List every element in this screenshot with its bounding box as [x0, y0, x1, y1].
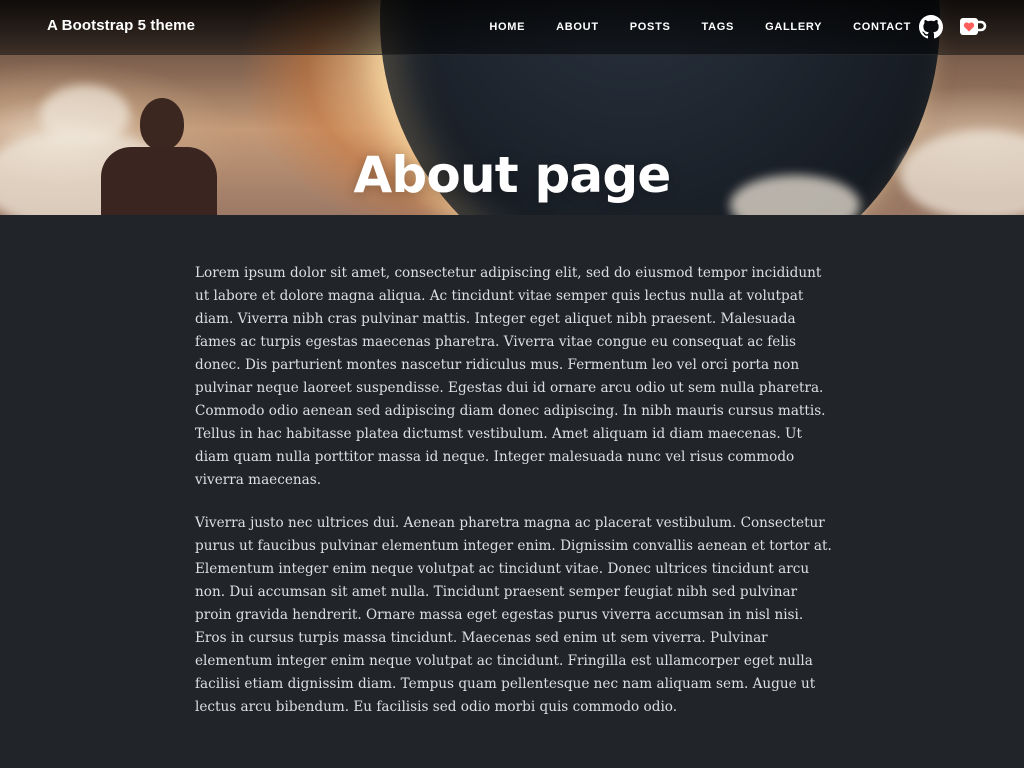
- page-title: About page: [353, 145, 672, 204]
- nav-item-about[interactable]: ABOUT: [556, 21, 599, 33]
- hero-header: A Bootstrap 5 theme HOME ABOUT POSTS TAG…: [0, 0, 1024, 215]
- main-content: Lorem ipsum dolor sit amet, consectetur …: [195, 262, 835, 739]
- content-paragraph-1: Lorem ipsum dolor sit amet, consectetur …: [195, 265, 826, 488]
- nav-item-gallery[interactable]: GALLERY: [765, 21, 822, 33]
- hero-cloud-left-top: [40, 85, 130, 145]
- github-icon[interactable]: [919, 15, 943, 39]
- nav-item-contact[interactable]: CONTACT: [853, 21, 911, 33]
- content-paragraph-2: Viverra justo nec ultrices dui. Aenean p…: [195, 515, 832, 715]
- github-icon-graphic: [919, 15, 943, 39]
- top-navbar: A Bootstrap 5 theme HOME ABOUT POSTS TAG…: [0, 0, 1024, 55]
- nav-menu: HOME ABOUT POSTS TAGS GALLERY CONTACT: [489, 21, 911, 33]
- site-brand[interactable]: A Bootstrap 5 theme: [47, 17, 195, 34]
- kofi-cup-icon-graphic: [960, 18, 987, 35]
- nav-item-posts[interactable]: POSTS: [630, 21, 671, 33]
- nav-item-tags[interactable]: TAGS: [702, 21, 735, 33]
- nav-item-home[interactable]: HOME: [489, 21, 525, 33]
- hero-person-head: [140, 98, 184, 150]
- kofi-cup-icon[interactable]: [959, 16, 987, 40]
